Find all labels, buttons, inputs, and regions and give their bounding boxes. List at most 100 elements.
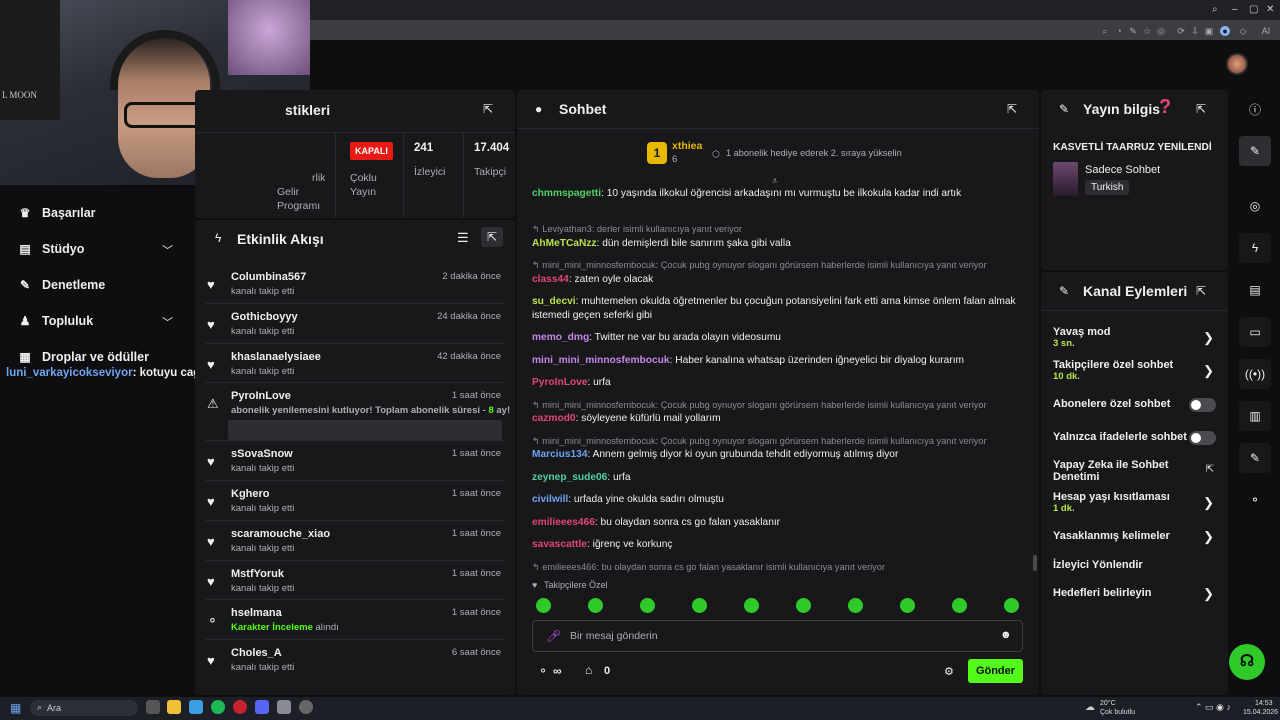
chat-username[interactable]: savascattle: [532, 539, 587, 550]
popout-icon[interactable]: ⇱: [1007, 102, 1017, 116]
activity-item[interactable]: ♥ MstfYoruk kanalı takip etti 1 saat önce: [195, 560, 515, 600]
extension-icon[interactable]: ◔: [1114, 26, 1124, 36]
chat-message[interactable]: ↰ mini_mini_minnosfembocuk: Çocuk pubg o…: [532, 399, 1022, 426]
windows-start-icon[interactable]: ▦: [10, 701, 21, 715]
ai-icon[interactable]: AI: [1256, 26, 1276, 36]
chat-message[interactable]: savascattle: iğrenç ve korkunç: [532, 538, 1022, 552]
emote-icon[interactable]: [1004, 598, 1019, 613]
chat-username[interactable]: zeynep_sude06: [532, 472, 607, 483]
app-icon[interactable]: [277, 700, 291, 714]
emote-icon[interactable]: [536, 598, 551, 613]
chevron-right-icon[interactable]: ❯: [1203, 586, 1214, 602]
stream-tag[interactable]: Turkish: [1085, 180, 1130, 195]
edit-icon[interactable]: ✎: [1239, 136, 1271, 166]
nav-item-achievements[interactable]: ♛ Başarılar: [18, 203, 96, 223]
activity-user[interactable]: khaslanaelysiaee: [231, 351, 321, 363]
chevron-right-icon[interactable]: ❯: [1203, 495, 1214, 511]
banned-words-row[interactable]: Yasaklanmış kelimeler: [1053, 530, 1218, 542]
emote-icon[interactable]: [952, 598, 967, 613]
emote-icon[interactable]: [588, 598, 603, 613]
popout-icon[interactable]: ⇱: [1196, 102, 1206, 116]
chat-username[interactable]: class44: [532, 274, 569, 285]
store-icon[interactable]: ⌂: [585, 663, 592, 677]
activity-user[interactable]: Choles_A: [231, 647, 282, 659]
minimize-icon[interactable]: –: [1232, 4, 1238, 15]
gear-icon[interactable]: ⚙: [944, 665, 954, 678]
microphone-icon[interactable]: 🎤︎: [546, 629, 561, 643]
tray-icons[interactable]: ⌃ ▭ ◉ ♪: [1195, 702, 1231, 713]
emote-icon[interactable]: [744, 598, 759, 613]
chat-username[interactable]: civilwill: [532, 494, 568, 505]
chat-username[interactable]: AhMeTCaNzz: [532, 238, 597, 249]
external-link-icon[interactable]: ⇱: [1206, 464, 1214, 475]
layout-icon[interactable]: ▥: [1239, 401, 1271, 431]
chat-message[interactable]: mini_mini_minnosfembocuk: Haber kanalına…: [532, 354, 1022, 368]
emote-chat-toggle[interactable]: [1189, 431, 1216, 445]
chat-username[interactable]: memo_dmg: [532, 332, 589, 343]
chat-username[interactable]: mini_mini_minnosfembocuk: [532, 355, 670, 366]
nav-item-studio[interactable]: ▤ Stüdyo: [18, 239, 84, 259]
close-icon[interactable]: ✕: [1266, 4, 1274, 15]
extension-icon[interactable]: ⌕: [1100, 26, 1110, 36]
avatar[interactable]: [1226, 53, 1248, 75]
followers-chat-row[interactable]: Takipçilere özel sohbet 10 dk.: [1053, 359, 1218, 382]
chat-username[interactable]: PyroInLove: [532, 377, 587, 388]
chat-message[interactable]: ↰ mini_mini_minnosfembocuk: Çocuk pubg o…: [532, 435, 1022, 462]
emote-icon[interactable]: [640, 598, 655, 613]
chevron-down-icon[interactable]: ﹀: [162, 242, 173, 258]
emoji-icon[interactable]: ☻: [1000, 629, 1012, 641]
chat-message[interactable]: emilieees466: bu olaydan sonra cs go fal…: [532, 516, 1022, 530]
task-view-icon[interactable]: [146, 700, 160, 714]
pinned-user[interactable]: xthiea: [672, 140, 702, 152]
chat-message[interactable]: su_decvi: muhtemelen okulda öğretmenler …: [532, 295, 1022, 322]
activity-item[interactable]: ♥ Columbina567 kanalı takip etti 2 dakika ö…: [195, 263, 515, 303]
activity-user[interactable]: hselmana: [231, 607, 282, 619]
bolt-icon[interactable]: ϟ: [1239, 233, 1271, 263]
age-limit-row[interactable]: Hesap yaşı kısıtlaması 1 dk.: [1053, 491, 1218, 514]
emote-icon[interactable]: [692, 598, 707, 613]
popout-icon[interactable]: ⇱: [483, 102, 493, 116]
chevron-down-icon[interactable]: ﹀: [162, 314, 173, 330]
activity-item[interactable]: ⚠ PyroInLove abonelik yenilemesini kutluyo…: [195, 382, 515, 441]
emote-icon[interactable]: [848, 598, 863, 613]
activity-user[interactable]: Gothicboyyy: [231, 311, 298, 323]
activity-user[interactable]: PyroInLove: [231, 390, 291, 402]
browser-search-icon[interactable]: ⌕: [1212, 4, 1218, 15]
extension-icon[interactable]: ⟳: [1176, 26, 1186, 36]
chat-username[interactable]: cazmod0: [532, 413, 576, 424]
activity-item[interactable]: ♥ Choles_A kanalı takip etti 6 saat önce: [195, 639, 515, 679]
extension-icon[interactable]: ✎: [1128, 26, 1138, 36]
notes-icon[interactable]: ▤: [1239, 275, 1271, 305]
chat-username[interactable]: Marcius134: [532, 449, 588, 460]
extension-icon[interactable]: ▣: [1204, 26, 1214, 36]
subs-chat-toggle[interactable]: [1189, 398, 1216, 412]
spotify-icon[interactable]: [211, 700, 225, 714]
activity-item[interactable]: ♥ scaramouche_xiao kanalı takip etti 1 saat…: [195, 520, 515, 560]
activity-user[interactable]: scaramouche_xiao: [231, 528, 330, 540]
discord-icon[interactable]: [255, 700, 269, 714]
activity-item[interactable]: ♥ khaslanaelysiaee kanalı takip etti 42 dak…: [195, 343, 515, 383]
community-icon[interactable]: ⚬: [1239, 485, 1271, 515]
redirect-viewers-row[interactable]: İzleyici Yönlendir: [1053, 559, 1218, 571]
broadcast-icon[interactable]: ((•)): [1239, 359, 1271, 389]
chat-message[interactable]: ↰ Leviyathan3: derler isimli kullanıcıya…: [532, 223, 1022, 250]
chat-message[interactable]: chmmspagetti: 10 yaşında ilkokul öğrenci…: [532, 187, 1022, 201]
info-icon[interactable]: ⓘ: [1239, 94, 1271, 124]
ai-moderation-row[interactable]: Yapay Zeka ile Sohbet Denetimi: [1053, 459, 1193, 483]
nav-item-community[interactable]: ♟ Topluluk: [18, 311, 94, 331]
stream-category[interactable]: Sadece Sohbet: [1085, 164, 1160, 176]
chat-message[interactable]: PyroInLove: urfa: [532, 376, 1022, 390]
points-icon[interactable]: ⚬: [538, 664, 548, 678]
opera-icon[interactable]: [233, 700, 247, 714]
chat-message[interactable]: zeynep_sude06: urfa: [532, 471, 1022, 485]
maximize-icon[interactable]: ▢: [1249, 4, 1258, 15]
chat-message[interactable]: civilwill: urfada yine okulda sadırı olm…: [532, 493, 1022, 507]
file-explorer-icon[interactable]: [167, 700, 181, 714]
category-thumbnail[interactable]: [1053, 162, 1078, 196]
extension-icon[interactable]: ◇: [1238, 26, 1248, 36]
browser-taskbar-icon[interactable]: [189, 700, 203, 714]
chat-username[interactable]: chmmspagetti: [532, 188, 601, 199]
activity-user[interactable]: Kghero: [231, 488, 270, 500]
activity-item[interactable]: ♥ Kghero kanalı takip etti 1 saat önce: [195, 480, 515, 520]
chat-icon[interactable]: ▭: [1239, 317, 1271, 347]
